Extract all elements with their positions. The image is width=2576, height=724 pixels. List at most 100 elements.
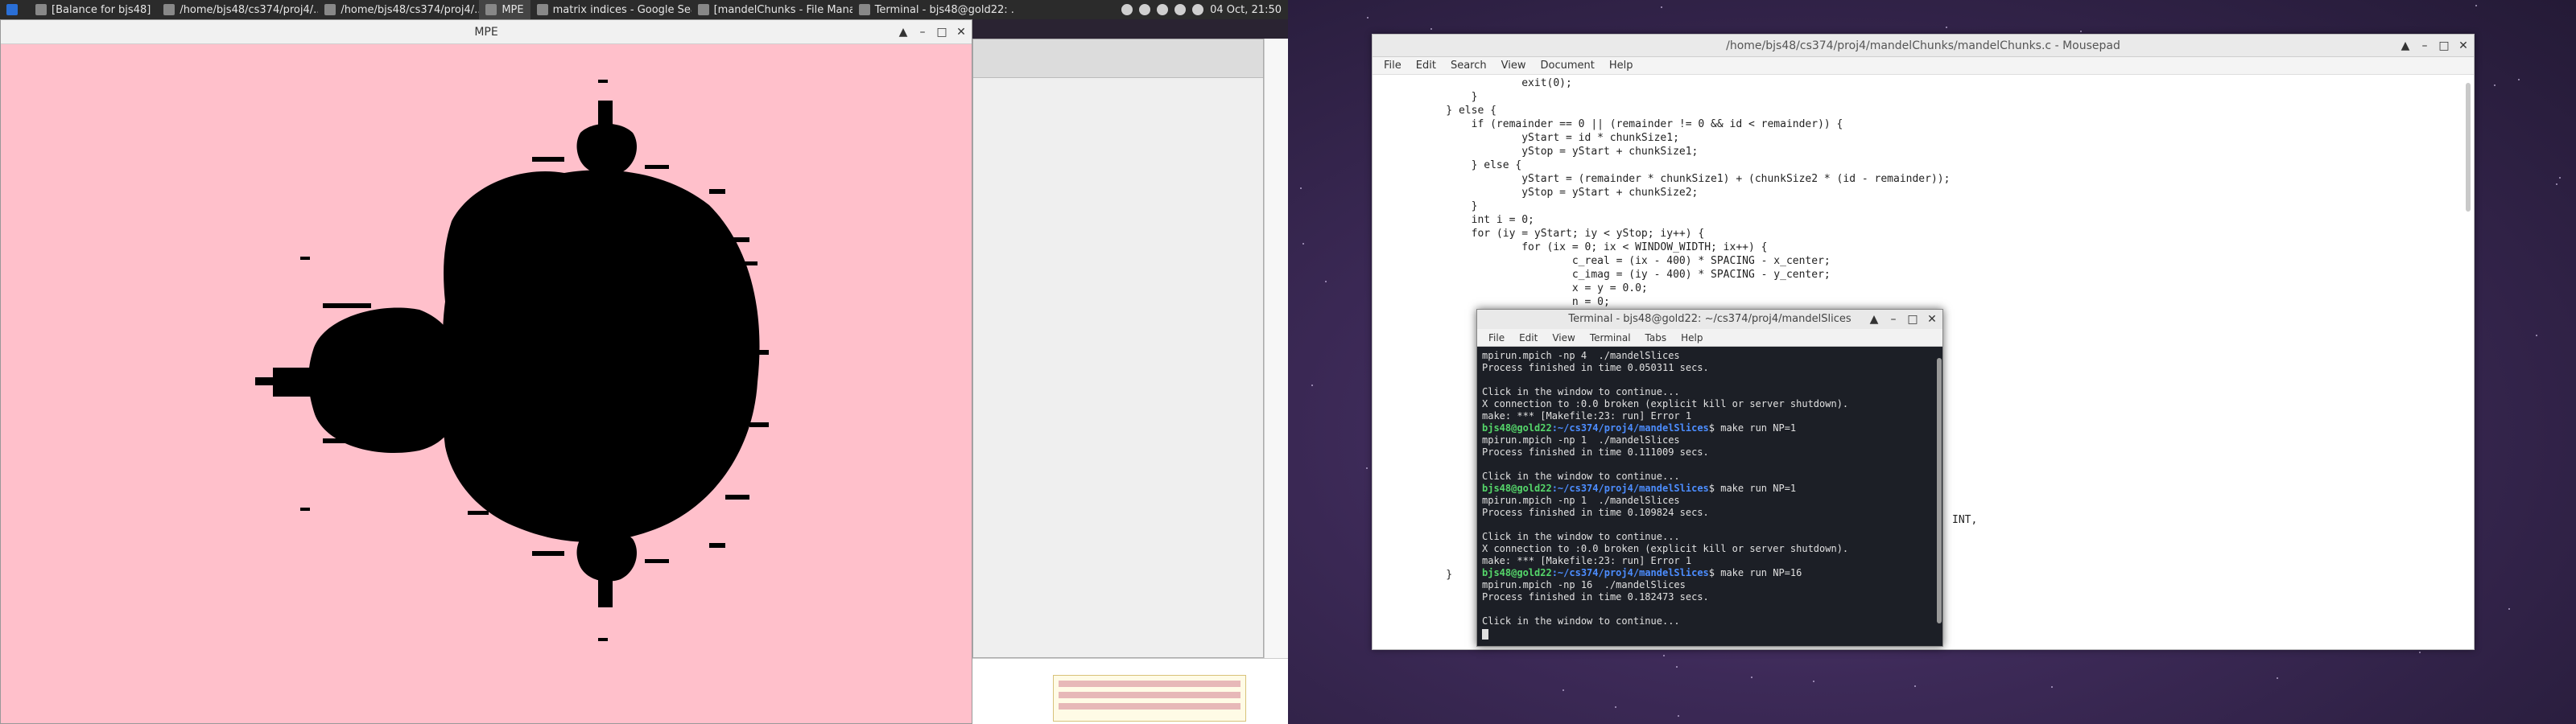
star <box>2419 652 2421 653</box>
code-line: int i = 0; <box>1421 213 2474 227</box>
mousepad-titlebar[interactable]: /home/bjs48/cs374/proj4/mandelChunks/man… <box>1373 35 2474 57</box>
restore-icon[interactable]: □ <box>2438 35 2450 57</box>
code-line: yStop = yStart + chunkSize2; <box>1421 186 2474 200</box>
code-line: } else { <box>1421 158 2474 172</box>
terminal-output-line: Click in the window to continue... <box>1482 471 1931 483</box>
star <box>2536 335 2537 336</box>
taskbar-item[interactable]: matrix indices - Google Sea... <box>530 0 691 19</box>
taskbar-item[interactable]: [Balance for bjs48] <box>29 0 157 19</box>
star <box>1678 715 1679 717</box>
minimize-icon[interactable]: – <box>1888 310 1899 329</box>
maximize-icon[interactable]: ▲ <box>1868 310 1880 329</box>
code-line: c_real = (ix - 400) * SPACING - x_center… <box>1421 254 2474 268</box>
close-icon[interactable]: ✕ <box>2458 35 2469 57</box>
menu-help[interactable]: Help <box>1609 60 1633 72</box>
minimize-icon[interactable]: – <box>917 20 928 44</box>
menu-edit[interactable]: Edit <box>1519 332 1538 343</box>
terminal-output-line: Process finished in time 0.050311 secs. <box>1482 362 1931 374</box>
power-icon[interactable] <box>1174 4 1186 15</box>
file-manager-header <box>973 39 1263 78</box>
volume-icon[interactable] <box>1192 4 1203 15</box>
mpe-titlebar[interactable]: MPE ▲ – □ ✕ <box>1 20 972 44</box>
taskbar-item[interactable]: Terminal - bjs48@gold22: ... <box>852 0 1013 19</box>
terminal-output-line: Process finished in time 0.111009 secs. <box>1482 446 1931 459</box>
menu-tabs[interactable]: Tabs <box>1645 332 1667 343</box>
menu-icon <box>6 4 18 15</box>
restore-icon[interactable]: □ <box>936 20 947 44</box>
code-line: x = y = 0.0; <box>1421 282 2474 295</box>
terminal-titlebar[interactable]: Terminal - bjs48@gold22: ~/cs374/proj4/m… <box>1477 310 1942 329</box>
prompt-path: :~/cs374/proj4/mandelSlices <box>1552 422 1709 434</box>
maximize-icon[interactable]: ▲ <box>2400 35 2411 57</box>
app-icon <box>35 4 47 15</box>
app-icon <box>859 4 870 15</box>
star <box>2080 31 2082 32</box>
terminal-output-line: mpirun.mpich -np 16 ./mandelSlices <box>1482 579 1931 591</box>
taskbar: [Balance for bjs48] /home/bjs48/cs374/pro… <box>0 0 1288 19</box>
star <box>1563 689 1564 691</box>
error-line <box>1059 703 1241 710</box>
scrollbar[interactable] <box>2466 83 2471 212</box>
mpe-window[interactable]: MPE ▲ – □ ✕ <box>0 19 972 724</box>
menu-document[interactable]: Document <box>1540 60 1594 72</box>
taskbar-item[interactable]: /home/bjs48/cs374/proj4/... <box>318 0 479 19</box>
menu-search[interactable]: Search <box>1451 60 1487 72</box>
network-icon[interactable] <box>1139 4 1150 15</box>
code-line: } else { <box>1421 104 2474 117</box>
taskbar-item-label: /home/bjs48/cs374/proj4/... <box>180 4 318 16</box>
taskbar-item-label: Terminal - bjs48@gold22: ... <box>875 4 1013 16</box>
window-title: MPE <box>474 26 497 39</box>
background-window-bottom <box>972 658 1288 724</box>
restore-icon[interactable]: □ <box>1907 310 1918 329</box>
menu-file[interactable]: File <box>1488 332 1505 343</box>
menu-terminal[interactable]: Terminal <box>1590 332 1631 343</box>
menu-file[interactable]: File <box>1384 60 1402 72</box>
terminal-output-line: mpirun.mpich -np 1 ./mandelSlices <box>1482 495 1931 507</box>
command-text: $ make run NP=16 <box>1709 567 1802 578</box>
terminal-command-line: bjs48@gold22:~/cs374/proj4/mandelSlices$… <box>1482 483 1931 495</box>
wifi-icon[interactable] <box>1157 4 1168 15</box>
code-line: yStart = id * chunkSize1; <box>1421 131 2474 145</box>
star <box>2494 84 2496 86</box>
taskbar-item-label: [Balance for bjs48] <box>52 4 151 16</box>
terminal-output-line: Process finished in time 0.182473 secs. <box>1482 591 1931 603</box>
star <box>1325 281 1327 282</box>
clock[interactable]: 04 Oct, 21:50 <box>1210 4 1282 16</box>
menu-edit[interactable]: Edit <box>1416 60 1436 72</box>
star <box>1302 243 1304 245</box>
minimize-icon[interactable]: – <box>2419 35 2430 57</box>
terminal-window[interactable]: Terminal - bjs48@gold22: ~/cs374/proj4/m… <box>1476 309 1943 647</box>
taskbar-item[interactable]: [mandelChunks - File Mana... <box>691 0 852 19</box>
star <box>2518 79 2520 80</box>
taskbar-item-label: /home/bjs48/cs374/proj4/... <box>341 4 479 16</box>
star <box>1813 681 1814 682</box>
menu-view[interactable]: View <box>1552 332 1575 343</box>
close-icon[interactable]: ✕ <box>1926 310 1938 329</box>
taskbar-item-label: matrix indices - Google Sea... <box>553 4 691 16</box>
error-line <box>1059 692 1241 698</box>
app-menu-button[interactable] <box>0 0 29 19</box>
command-text: $ make run NP=1 <box>1709 483 1796 494</box>
app-icon <box>485 4 497 15</box>
terminal-output[interactable]: mpirun.mpich -np 4 ./mandelSlices Process… <box>1477 347 1936 646</box>
star <box>1366 467 1368 469</box>
taskbar-item[interactable]: MPE <box>479 0 530 19</box>
star <box>2508 608 2510 610</box>
code-line: } <box>1421 200 2474 213</box>
taskbar-item[interactable]: /home/bjs48/cs374/proj4/... <box>157 0 318 19</box>
window-title: Terminal - bjs48@gold22: ~/cs374/proj4/m… <box>1568 313 1851 325</box>
close-icon[interactable]: ✕ <box>956 20 967 44</box>
menu-view[interactable]: View <box>1501 60 1526 72</box>
mandelbrot-canvas[interactable] <box>1 44 972 723</box>
star <box>2277 677 2278 679</box>
terminal-output-line: X connection to :0.0 broken (explicit ki… <box>1482 398 1931 410</box>
maximize-icon[interactable]: ▲ <box>898 20 909 44</box>
menu-help[interactable]: Help <box>1681 332 1703 343</box>
command-text: $ make run NP=1 <box>1709 422 1796 434</box>
scrollbar[interactable] <box>1937 358 1942 623</box>
notification-icon[interactable] <box>1121 4 1133 15</box>
terminal-output-line: X connection to :0.0 broken (explicit ki… <box>1482 543 1931 555</box>
error-panel <box>1053 675 1246 722</box>
terminal-output-line: make: *** [Makefile:23: run] Error 1 <box>1482 410 1931 422</box>
star <box>1676 666 1678 668</box>
